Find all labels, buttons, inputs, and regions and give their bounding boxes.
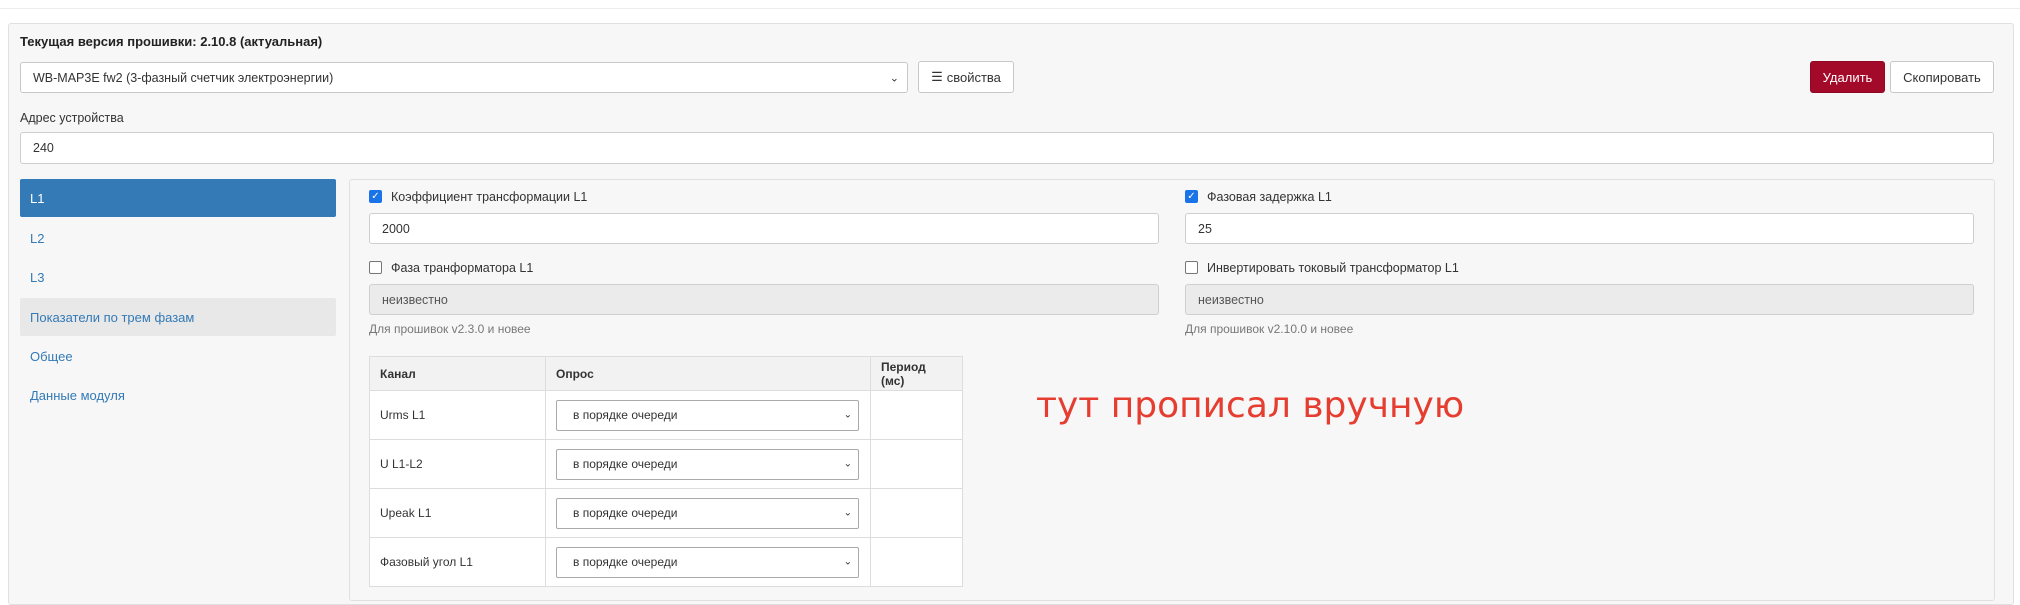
invert-hint: Для прошивок v2.10.0 и новее: [1185, 322, 1354, 336]
phase-delay-input[interactable]: 25: [1185, 213, 1974, 244]
properties-button[interactable]: ☰ свойства: [918, 61, 1014, 93]
poll-value: в порядке очереди: [573, 457, 678, 471]
firmware-version-title: Текущая версия прошивки: 2.10.8 (актуаль…: [20, 34, 323, 49]
period-cell[interactable]: [870, 537, 963, 587]
column-header-channel: Канал: [369, 356, 546, 391]
chevron-down-icon: ⌄: [843, 507, 852, 519]
column-header-period: Период (мс): [870, 356, 963, 391]
top-bar: [0, 0, 2020, 9]
nav-item-label: Данные модуля: [30, 387, 125, 403]
poll-cell: в порядке очереди ⌄: [545, 390, 871, 440]
transformer-phase-checkbox[interactable]: [369, 261, 382, 274]
delete-button[interactable]: Удалить: [1810, 61, 1885, 93]
period-cell[interactable]: [870, 439, 963, 489]
transformer-phase-input: неизвестно: [369, 284, 1159, 315]
nav-item-label: Показатели по трем фазам: [30, 309, 195, 325]
poll-select[interactable]: в порядке очереди ⌄: [556, 448, 859, 480]
chevron-down-icon: ⌄: [843, 556, 852, 568]
channel-name: U L1-L2: [369, 439, 546, 489]
nav-item-module-data[interactable]: Данные модуля: [20, 376, 336, 414]
channel-name: Фазовый угол L1: [369, 537, 546, 587]
nav-item-l1[interactable]: L1: [20, 179, 336, 217]
phase-delay-label: Фазовая задержка L1: [1207, 190, 1332, 204]
nav-item-three-phase[interactable]: Показатели по трем фазам: [20, 298, 336, 336]
address-input[interactable]: 240: [20, 132, 1994, 164]
nav-item-label: L3: [30, 269, 45, 285]
list-icon: ☰: [931, 69, 943, 84]
ratio-input[interactable]: 2000: [369, 213, 1159, 244]
poll-cell: в порядке очереди ⌄: [545, 439, 871, 489]
copy-label: Скопировать: [1903, 69, 1981, 85]
nav-item-label: L1: [30, 190, 45, 206]
poll-value: в порядке очереди: [573, 555, 678, 569]
table-row: U L1-L2 в порядке очереди ⌄: [369, 439, 963, 489]
chevron-down-icon: ⌄: [889, 72, 899, 84]
chevron-down-icon: ⌄: [843, 458, 852, 470]
poll-value: в порядке очереди: [573, 408, 678, 422]
invert-label: Инвертировать токовый трансформатор L1: [1207, 261, 1459, 275]
nav-item-label: Общее: [30, 348, 73, 364]
phase-delay-checkbox[interactable]: ✓: [1185, 190, 1198, 203]
poll-cell: в порядке очереди ⌄: [545, 537, 871, 587]
invert-checkbox[interactable]: [1185, 261, 1198, 274]
table-row: Фазовый угол L1 в порядке очереди ⌄: [369, 537, 963, 587]
nav-item-l2[interactable]: L2: [20, 219, 336, 257]
period-cell[interactable]: [870, 488, 963, 538]
ratio-label: Коэффициент трансформации L1: [391, 190, 588, 204]
delete-label: Удалить: [1822, 69, 1873, 85]
channels-table: Канал Опрос Период (мс) Urms L1 в порядк…: [369, 356, 963, 587]
table-row: Upeak L1 в порядке очереди ⌄: [369, 488, 963, 538]
properties-label: свойства: [946, 69, 1001, 85]
period-cell[interactable]: [870, 390, 963, 440]
copy-button[interactable]: Скопировать: [1890, 61, 1994, 93]
transformer-phase-label: Фаза транформатора L1: [391, 261, 534, 275]
handwritten-annotation: тут прописал вручную: [1036, 385, 1465, 426]
transformer-phase-hint: Для прошивок v2.3.0 и новее: [369, 322, 531, 336]
ratio-checkbox[interactable]: ✓: [369, 190, 382, 203]
nav-item-l3[interactable]: L3: [20, 258, 336, 296]
chevron-down-icon: ⌄: [843, 409, 852, 421]
nav-item-label: L2: [30, 230, 45, 246]
nav-item-general[interactable]: Общее: [20, 337, 336, 375]
column-header-poll: Опрос: [545, 356, 871, 391]
table-header-row: Канал Опрос Период (мс): [369, 356, 963, 391]
address-label: Адрес устройства: [20, 111, 124, 125]
poll-value: в порядке очереди: [573, 506, 678, 520]
poll-select[interactable]: в порядке очереди ⌄: [556, 546, 859, 578]
poll-cell: в порядке очереди ⌄: [545, 488, 871, 538]
poll-select[interactable]: в порядке очереди ⌄: [556, 399, 859, 431]
table-row: Urms L1 в порядке очереди ⌄: [369, 390, 963, 440]
device-type-select[interactable]: WB-MAP3E fw2 (3-фазный счетчик электроэн…: [20, 62, 908, 93]
device-type-value: WB-MAP3E fw2 (3-фазный счетчик электроэн…: [33, 70, 334, 85]
channel-name: Upeak L1: [369, 488, 546, 538]
invert-input: неизвестно: [1185, 284, 1974, 315]
channel-name: Urms L1: [369, 390, 546, 440]
poll-select[interactable]: в порядке очереди ⌄: [556, 497, 859, 529]
